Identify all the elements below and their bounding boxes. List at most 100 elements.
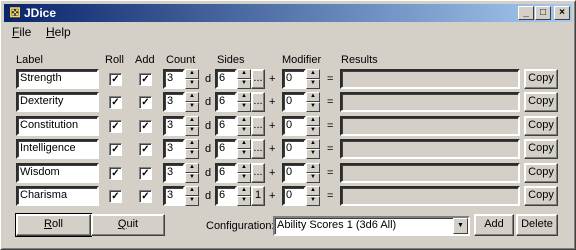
sides-more-button[interactable]: ... bbox=[251, 69, 265, 89]
spin-up-icon[interactable]: ▲ bbox=[237, 69, 251, 79]
modifier-field[interactable]: 0 bbox=[282, 69, 306, 89]
sides-more-button[interactable]: ... bbox=[251, 139, 265, 159]
roll-checkbox[interactable]: ✓ bbox=[109, 96, 122, 109]
spin-down-icon[interactable]: ▼ bbox=[306, 79, 320, 89]
sides-spinner[interactable]: ▲ ▼ bbox=[237, 186, 251, 206]
label-field[interactable]: Charisma bbox=[16, 186, 99, 206]
count-spinner[interactable]: ▲ ▼ bbox=[185, 163, 199, 183]
spin-down-icon[interactable]: ▼ bbox=[306, 126, 320, 136]
spin-up-icon[interactable]: ▲ bbox=[185, 163, 199, 173]
spin-up-icon[interactable]: ▲ bbox=[306, 139, 320, 149]
spin-up-icon[interactable]: ▲ bbox=[185, 69, 199, 79]
sides-field[interactable]: 6 bbox=[215, 116, 237, 136]
modifier-spinner[interactable]: ▲ ▼ bbox=[306, 139, 320, 159]
minimize-button[interactable]: _ bbox=[518, 6, 534, 20]
spin-down-icon[interactable]: ▼ bbox=[237, 173, 251, 183]
maximize-button[interactable]: □ bbox=[535, 6, 551, 20]
title-bar[interactable]: ⚄ JDice _ □ × bbox=[4, 4, 572, 22]
menu-file[interactable]: File bbox=[12, 25, 31, 40]
count-field[interactable]: 3 bbox=[163, 69, 185, 89]
copy-button[interactable]: Copy bbox=[524, 163, 558, 183]
roll-checkbox[interactable]: ✓ bbox=[109, 73, 122, 86]
sides-field[interactable]: 6 bbox=[215, 139, 237, 159]
spin-down-icon[interactable]: ▼ bbox=[306, 196, 320, 206]
spin-down-icon[interactable]: ▼ bbox=[185, 102, 199, 112]
spin-up-icon[interactable]: ▲ bbox=[185, 92, 199, 102]
sides-spinner[interactable]: ▲ ▼ bbox=[237, 116, 251, 136]
configuration-select[interactable]: Ability Scores 1 (3d6 All) ▼ bbox=[273, 216, 470, 236]
roll-checkbox[interactable]: ✓ bbox=[109, 190, 122, 203]
label-field[interactable]: Dexterity bbox=[16, 92, 99, 112]
add-configuration-button[interactable]: Add bbox=[474, 214, 514, 236]
count-field[interactable]: 3 bbox=[163, 92, 185, 112]
add-checkbox[interactable]: ✓ bbox=[139, 190, 152, 203]
spin-down-icon[interactable]: ▼ bbox=[185, 126, 199, 136]
spin-down-icon[interactable]: ▼ bbox=[237, 79, 251, 89]
roll-checkbox[interactable]: ✓ bbox=[109, 167, 122, 180]
spin-up-icon[interactable]: ▲ bbox=[237, 92, 251, 102]
delete-configuration-button[interactable]: Delete bbox=[516, 214, 558, 236]
copy-button[interactable]: Copy bbox=[524, 139, 558, 159]
count-spinner[interactable]: ▲ ▼ bbox=[185, 139, 199, 159]
label-field[interactable]: Strength bbox=[16, 69, 99, 89]
spin-up-icon[interactable]: ▲ bbox=[237, 186, 251, 196]
label-field[interactable]: Constitution bbox=[16, 116, 99, 136]
copy-button[interactable]: Copy bbox=[524, 116, 558, 136]
sides-field[interactable]: 6 bbox=[215, 69, 237, 89]
add-checkbox[interactable]: ✓ bbox=[139, 73, 152, 86]
modifier-field[interactable]: 0 bbox=[282, 116, 306, 136]
sides-more-button[interactable]: ... bbox=[251, 92, 265, 112]
modifier-field[interactable]: 0 bbox=[282, 163, 306, 183]
modifier-field[interactable]: 0 bbox=[282, 186, 306, 206]
sides-field[interactable]: 6 bbox=[215, 92, 237, 112]
sides-field[interactable]: 6 bbox=[215, 163, 237, 183]
sides-spinner[interactable]: ▲ ▼ bbox=[237, 92, 251, 112]
spin-up-icon[interactable]: ▲ bbox=[306, 92, 320, 102]
count-spinner[interactable]: ▲ ▼ bbox=[185, 186, 199, 206]
spin-up-icon[interactable]: ▲ bbox=[237, 139, 251, 149]
add-checkbox[interactable]: ✓ bbox=[139, 120, 152, 133]
count-field[interactable]: 3 bbox=[163, 116, 185, 136]
modifier-spinner[interactable]: ▲ ▼ bbox=[306, 186, 320, 206]
spin-up-icon[interactable]: ▲ bbox=[185, 186, 199, 196]
spin-up-icon[interactable]: ▲ bbox=[185, 116, 199, 126]
spin-down-icon[interactable]: ▼ bbox=[185, 79, 199, 89]
sides-more-button[interactable]: ... bbox=[251, 163, 265, 183]
close-button[interactable]: × bbox=[554, 6, 570, 20]
sides-spinner[interactable]: ▲ ▼ bbox=[237, 163, 251, 183]
spin-up-icon[interactable]: ▲ bbox=[306, 69, 320, 79]
spin-down-icon[interactable]: ▼ bbox=[185, 149, 199, 159]
modifier-field[interactable]: 0 bbox=[282, 92, 306, 112]
roll-checkbox[interactable]: ✓ bbox=[109, 120, 122, 133]
modifier-field[interactable]: 0 bbox=[282, 139, 306, 159]
add-checkbox[interactable]: ✓ bbox=[139, 96, 152, 109]
count-field[interactable]: 3 bbox=[163, 186, 185, 206]
quit-button[interactable]: Quit bbox=[91, 214, 165, 236]
menu-help[interactable]: Help bbox=[46, 25, 71, 40]
spin-up-icon[interactable]: ▲ bbox=[185, 139, 199, 149]
copy-button[interactable]: Copy bbox=[524, 69, 558, 89]
modifier-spinner[interactable]: ▲ ▼ bbox=[306, 69, 320, 89]
sides-spinner[interactable]: ▲ ▼ bbox=[237, 139, 251, 159]
spin-up-icon[interactable]: ▲ bbox=[237, 163, 251, 173]
sides-spinner[interactable]: ▲ ▼ bbox=[237, 69, 251, 89]
spin-down-icon[interactable]: ▼ bbox=[306, 149, 320, 159]
label-field[interactable]: Wisdom bbox=[16, 163, 99, 183]
spin-up-icon[interactable]: ▲ bbox=[237, 116, 251, 126]
add-checkbox[interactable]: ✓ bbox=[139, 143, 152, 156]
spin-down-icon[interactable]: ▼ bbox=[237, 102, 251, 112]
modifier-spinner[interactable]: ▲ ▼ bbox=[306, 116, 320, 136]
sides-more-button[interactable]: ... bbox=[251, 116, 265, 136]
sides-more-button[interactable]: 1 bbox=[251, 186, 265, 206]
spin-down-icon[interactable]: ▼ bbox=[185, 173, 199, 183]
count-spinner[interactable]: ▲ ▼ bbox=[185, 116, 199, 136]
count-spinner[interactable]: ▲ ▼ bbox=[185, 92, 199, 112]
count-spinner[interactable]: ▲ ▼ bbox=[185, 69, 199, 89]
count-field[interactable]: 3 bbox=[163, 139, 185, 159]
copy-button[interactable]: Copy bbox=[524, 186, 558, 206]
label-field[interactable]: Intelligence bbox=[16, 139, 99, 159]
modifier-spinner[interactable]: ▲ ▼ bbox=[306, 92, 320, 112]
copy-button[interactable]: Copy bbox=[524, 92, 558, 112]
spin-up-icon[interactable]: ▲ bbox=[306, 116, 320, 126]
spin-down-icon[interactable]: ▼ bbox=[237, 126, 251, 136]
